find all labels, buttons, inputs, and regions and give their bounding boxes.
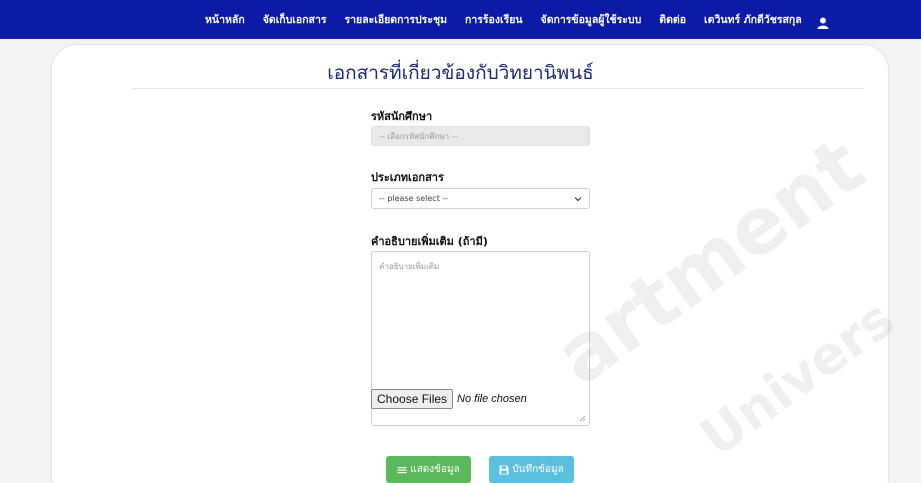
chevron-down-icon: [574, 196, 582, 201]
description-label: คำอธิบายเพิ่มเติม (ถ้ามี): [371, 235, 488, 248]
save-icon: [499, 465, 509, 474]
list-icon: [397, 466, 407, 473]
show-data-button[interactable]: แสดงข้อมูล: [386, 456, 471, 483]
nav-menu: หน้าหลัก จัดเก็บเอกสาร รายละเอียดการประช…: [196, 0, 829, 39]
description-placeholder: คำอธิบายเพิ่มเติม: [379, 262, 440, 271]
nav-item-documents[interactable]: จัดเก็บเอกสาร: [254, 11, 336, 28]
save-data-button[interactable]: บันทึกข้อมูล: [489, 456, 574, 483]
resize-grip-icon[interactable]: [579, 415, 586, 422]
nav-item-user-management[interactable]: จัดการข้อมูลผู้ใช้ระบบ: [532, 11, 651, 28]
student-id-placeholder: -- เลือกรหัสนักศึกษา --: [379, 131, 458, 141]
page-title: เอกสารที่เกี่ยวข้องกับวิทยานิพนธ์: [327, 62, 594, 84]
nav-item-contact[interactable]: ติดต่อ: [650, 11, 695, 28]
doc-type-label: ประเภทเอกสาร: [371, 171, 444, 184]
nav-item-user-name[interactable]: เตวินทร์ ภักดีวัชรสกุล: [695, 11, 811, 28]
student-id-label: รหัสนักศึกษา: [371, 110, 433, 123]
top-navbar: หน้าหลัก จัดเก็บเอกสาร รายละเอียดการประช…: [0, 0, 921, 39]
doc-type-selected: -- please select --: [379, 194, 449, 203]
student-id-input[interactable]: -- เลือกรหัสนักศึกษา --: [371, 126, 590, 146]
choose-files-button[interactable]: Choose Files: [371, 389, 454, 409]
nav-item-complaints[interactable]: การร้องเรียน: [456, 11, 532, 28]
file-input: Choose Files No file chosen: [371, 389, 527, 409]
show-data-label: แสดงข้อมูล: [410, 464, 460, 475]
user-icon[interactable]: [817, 14, 829, 29]
doc-type-select[interactable]: -- please select --: [371, 188, 590, 209]
file-status: No file chosen: [457, 393, 527, 405]
nav-item-home[interactable]: หน้าหลัก: [196, 11, 254, 28]
nav-item-meetings[interactable]: รายละเอียดการประชุม: [336, 11, 457, 28]
save-data-label: บันทึกข้อมูล: [512, 464, 564, 475]
title-divider: [132, 88, 864, 89]
